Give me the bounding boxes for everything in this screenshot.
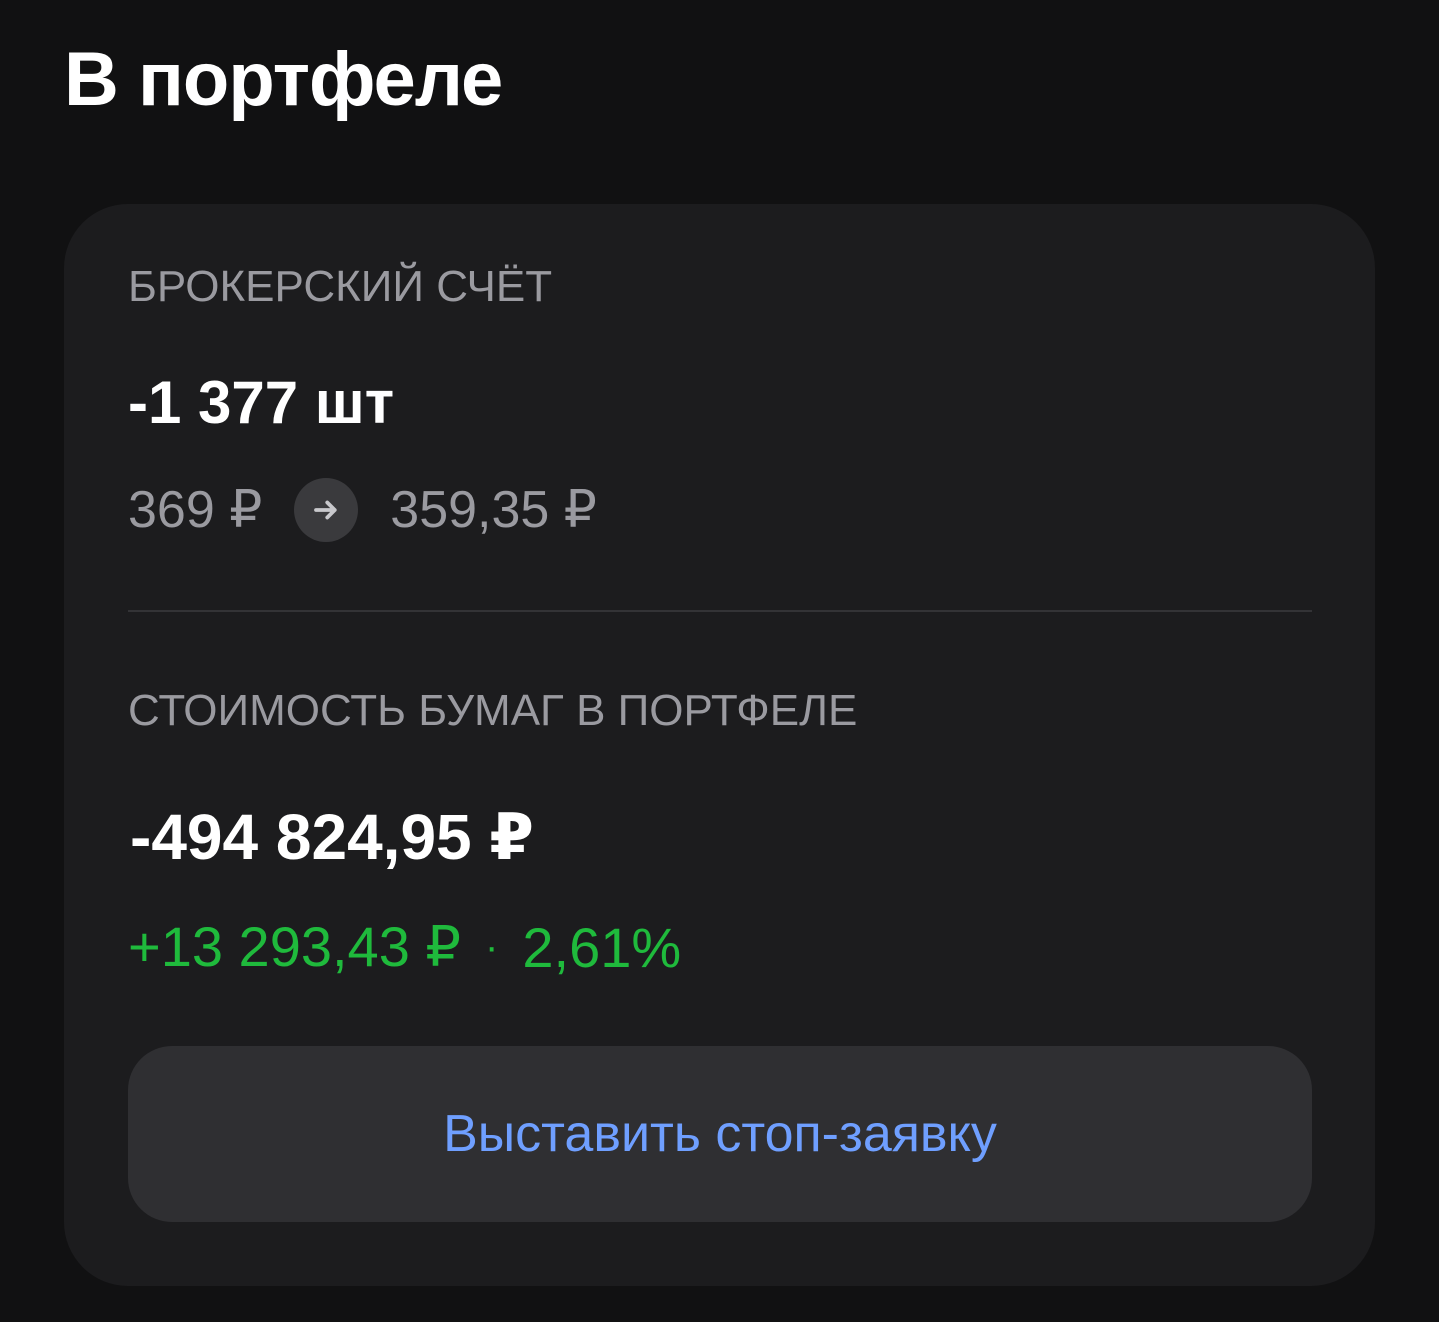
portfolio-card: БРОКЕРСКИЙ СЧЁТ -1 377 шт 369 ₽ 359,35 ₽… bbox=[64, 204, 1375, 1286]
portfolio-value-label: СТОИМОСТЬ БУМАГ В ПОРТФЕЛЕ bbox=[128, 686, 858, 735]
current-price: 359,35 ₽ bbox=[390, 481, 597, 539]
pnl-amount: +13 293,43 ₽ bbox=[128, 915, 462, 978]
price-change-row: 369 ₽ 359,35 ₽ bbox=[128, 478, 597, 542]
divider bbox=[128, 610, 1312, 612]
average-price: 369 ₽ bbox=[128, 481, 263, 539]
profit-loss-row: +13 293,43 ₽ · 2,61% bbox=[128, 914, 681, 980]
account-label: БРОКЕРСКИЙ СЧЁТ bbox=[128, 262, 553, 311]
stop-order-button[interactable]: Выставить стоп-заявку bbox=[128, 1046, 1312, 1222]
arrow-right-icon bbox=[294, 478, 359, 542]
page-title: В портфеле bbox=[64, 37, 503, 122]
portfolio-total-value: -494 824,95 ₽ bbox=[130, 801, 534, 873]
position-quantity: -1 377 шт bbox=[128, 369, 395, 436]
pnl-percent: 2,61% bbox=[522, 915, 682, 979]
pnl-separator: · bbox=[485, 924, 499, 969]
